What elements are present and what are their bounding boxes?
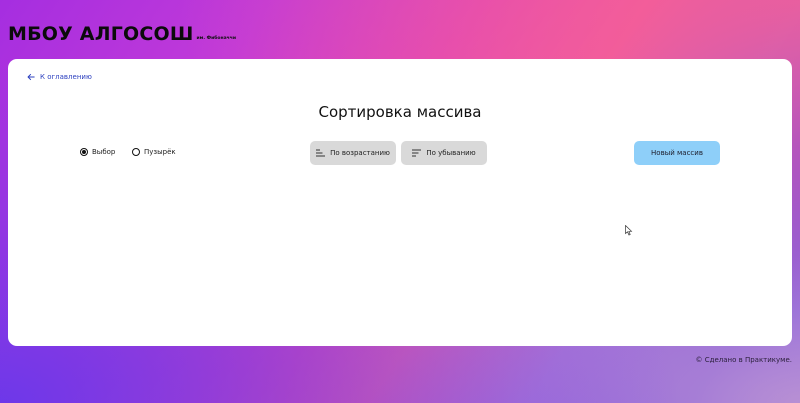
radio-selection-sort[interactable]: Выбор bbox=[80, 148, 115, 156]
button-label: По убыванию bbox=[426, 149, 476, 157]
sort-ascending-button[interactable]: По возрастанию bbox=[310, 141, 396, 165]
button-label: Новый массив bbox=[651, 149, 703, 157]
main-card: К оглавлению Сортировка массива Выбор Пу… bbox=[8, 59, 792, 346]
page-title: Сортировка массива bbox=[318, 103, 482, 121]
mouse-cursor-icon bbox=[625, 225, 633, 236]
back-to-contents-link[interactable]: К оглавлению bbox=[27, 73, 92, 81]
sort-descending-icon bbox=[412, 149, 422, 157]
radio-bubble-sort[interactable]: Пузырёк bbox=[132, 148, 176, 156]
new-array-button[interactable]: Новый массив bbox=[634, 141, 720, 165]
sort-descending-button[interactable]: По убыванию bbox=[401, 141, 487, 165]
radio-label: Выбор bbox=[92, 148, 116, 156]
back-link-label: К оглавлению bbox=[40, 73, 92, 81]
site-header: МБОУ АЛГОСОШ им. Фибоначчи bbox=[8, 24, 236, 44]
button-label: По возрастанию bbox=[330, 149, 390, 157]
site-logo-subtitle: им. Фибоначчи bbox=[196, 36, 236, 41]
radio-checked-icon bbox=[80, 148, 88, 156]
footer-credit: © Сделано в Практикуме. bbox=[695, 356, 793, 364]
sort-ascending-icon bbox=[316, 149, 326, 157]
radio-label: Пузырёк bbox=[144, 148, 176, 156]
arrow-left-icon bbox=[27, 73, 35, 81]
radio-unchecked-icon bbox=[132, 148, 140, 156]
site-logo-title: МБОУ АЛГОСОШ bbox=[8, 23, 194, 45]
